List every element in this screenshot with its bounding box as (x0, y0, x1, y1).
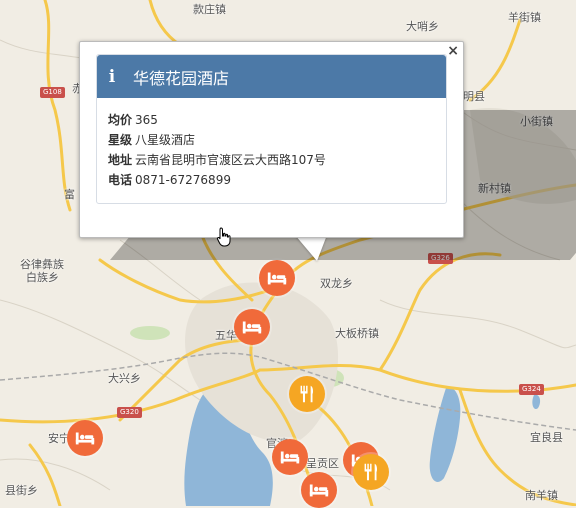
cutlery-icon (364, 463, 378, 481)
address-row: 地址 云南省昆明市官渡区云大西路107号 (108, 150, 435, 170)
bed-icon (280, 451, 300, 464)
bed-icon (75, 432, 95, 445)
restaurant-marker[interactable] (353, 454, 389, 490)
place-label: 宜良县 (530, 431, 563, 444)
hotel-marker[interactable] (67, 420, 103, 456)
hotel-marker[interactable] (259, 260, 295, 296)
hotel-marker[interactable] (234, 309, 270, 345)
field-value: 云南省昆明市官渡区云大西路107号 (135, 153, 326, 167)
cutlery-icon (300, 385, 314, 403)
restaurant-marker[interactable] (289, 376, 325, 412)
place-label: 羊街镇 (508, 11, 541, 24)
close-icon[interactable]: × (447, 43, 459, 59)
field-key: 均价 (108, 113, 133, 127)
bed-icon (309, 484, 329, 497)
road-badge: G320 (117, 407, 142, 418)
place-label: 白族乡 (26, 271, 59, 284)
rating-row: 星级 八星级酒店 (108, 130, 435, 150)
info-panel: i 华德花园酒店 均价 365 星级 八星级酒店 地址 云南省昆明市官渡区云大西路10… (96, 54, 447, 204)
field-key: 星级 (108, 133, 133, 147)
popup-title: 华德花园酒店 (133, 68, 230, 88)
field-key: 电话 (108, 173, 133, 187)
place-label: 县街乡 (5, 484, 38, 497)
place-label: 明县 (463, 90, 485, 103)
field-key: 地址 (108, 153, 133, 167)
price-row: 均价 365 (108, 110, 435, 130)
small-lake (532, 394, 541, 410)
field-value: 0871-67276899 (135, 173, 231, 187)
road-badge: G324 (519, 384, 544, 395)
field-value: 365 (135, 113, 158, 127)
info-popup: × i 华德花园酒店 均价 365 星级 八星级酒店 地址 云南省昆明市官渡区云大西路… (79, 41, 464, 238)
place-label: 款庄镇 (193, 3, 226, 16)
hand-cursor-icon (216, 227, 231, 247)
place-label: 大兴乡 (108, 372, 141, 385)
place-label: 呈贡区 (306, 457, 339, 470)
bed-icon (267, 272, 287, 285)
place-label: 南羊镇 (525, 489, 558, 502)
place-label: 富 (64, 188, 75, 201)
bed-icon (242, 321, 262, 334)
place-label: 双龙乡 (320, 277, 353, 290)
panel-header: i 华德花园酒店 (97, 55, 446, 98)
panel-body: 均价 365 星级 八星级酒店 地址 云南省昆明市官渡区云大西路107号 电话 0871… (97, 98, 446, 202)
place-label: 大哨乡 (406, 20, 439, 33)
hotel-marker[interactable] (272, 439, 308, 475)
hotel-marker[interactable] (301, 472, 337, 508)
info-icon: i (108, 66, 116, 87)
field-value: 八星级酒店 (135, 133, 196, 147)
phone-row: 电话 0871-67276899 (108, 170, 435, 190)
yangzonghai-lake (429, 387, 461, 482)
popup-tail (295, 235, 327, 261)
road-badge: G108 (40, 87, 65, 98)
place-label: 大板桥镇 (335, 327, 379, 340)
